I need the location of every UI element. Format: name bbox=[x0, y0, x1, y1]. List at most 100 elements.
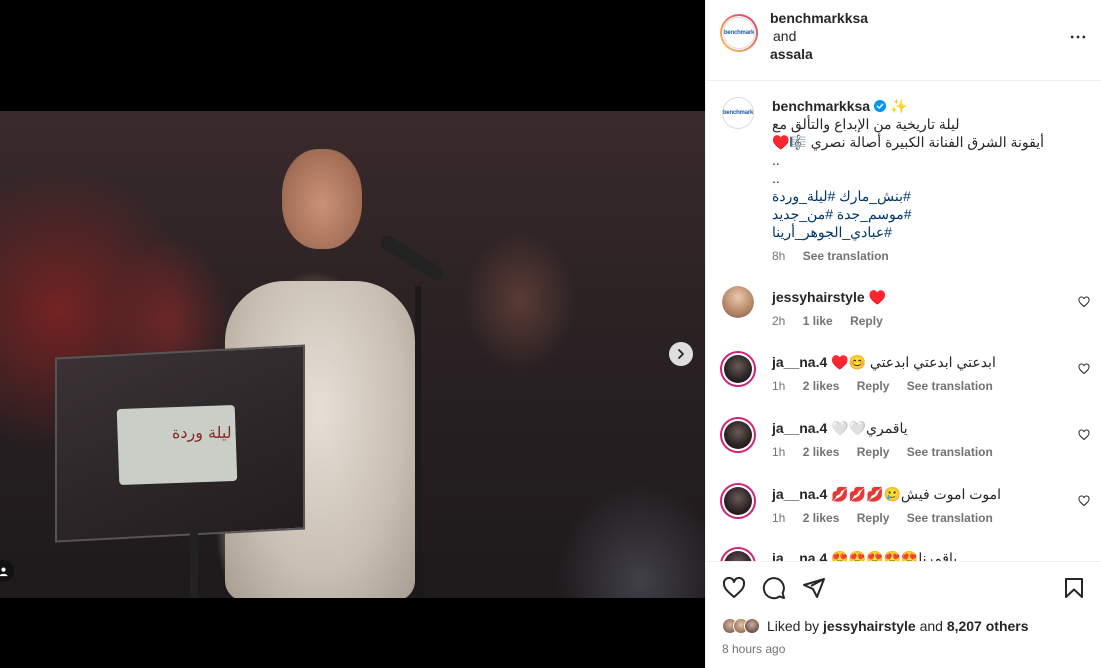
comment: ja__na.4 اموت اموت فيش🥲💋💋💋 1h 2 likes Re… bbox=[706, 483, 1101, 533]
comment-time: 1h bbox=[772, 445, 786, 459]
reply-button[interactable]: Reply bbox=[850, 314, 883, 328]
comment-likes[interactable]: 2 likes bbox=[803, 445, 840, 459]
see-translation-button[interactable]: See translation bbox=[907, 445, 993, 459]
benchmark-logo: benchmark bbox=[723, 30, 755, 36]
benchmark-logo: benchmark bbox=[722, 110, 754, 116]
chevron-right-icon bbox=[678, 349, 684, 359]
post-time: 8 hours ago bbox=[722, 642, 786, 656]
next-media-button[interactable] bbox=[669, 342, 693, 366]
likes-summary: Liked by jessyhairstyle and 8,207 others bbox=[722, 618, 1029, 634]
comment-like-icon[interactable] bbox=[1078, 296, 1090, 308]
comment-username[interactable]: jessyhairstyle bbox=[772, 289, 865, 305]
likes-user[interactable]: jessyhairstyle bbox=[823, 618, 916, 634]
see-translation-button[interactable]: See translation bbox=[907, 379, 993, 393]
comment-text: ياقمري🤍🤍 bbox=[831, 420, 908, 436]
see-translation-button[interactable]: See translation bbox=[907, 511, 993, 525]
post-photo[interactable]: ليلة وردة bbox=[0, 111, 705, 598]
comment-body: ja__na.4 ياقمرنا😍😍😍😍😍 bbox=[772, 549, 1072, 561]
avatar[interactable] bbox=[720, 483, 756, 519]
comment-username[interactable]: ja__na.4 bbox=[772, 354, 827, 370]
comment-body: ja__na.4 اموت اموت فيش🥲💋💋💋 1h 2 likes Re… bbox=[772, 485, 1072, 527]
comment-likes[interactable]: 1 like bbox=[803, 314, 833, 328]
reply-button[interactable]: Reply bbox=[857, 379, 890, 393]
bookmark-icon[interactable] bbox=[1062, 576, 1086, 600]
comment-username[interactable]: ja__na.4 bbox=[772, 486, 827, 502]
post-header: benchmark benchmarkksa and assala bbox=[706, 0, 1101, 81]
header-and-text: and bbox=[773, 28, 797, 44]
comment-body: ja__na.4 ابدعتي ابدعتي ابدعتي 😊♥️ 1h 2 l… bbox=[772, 353, 1072, 395]
comment-body: ja__na.4 ياقمري🤍🤍 1h 2 likes Reply See t… bbox=[772, 419, 1072, 461]
hashtag-line[interactable]: #عبادي_الجوهر_أرينا bbox=[772, 223, 892, 241]
reply-button[interactable]: Reply bbox=[857, 511, 890, 525]
collab-usernames: benchmarkksa and assala bbox=[770, 9, 868, 63]
comment-meta: 2h 1 like Reply bbox=[772, 312, 1072, 330]
comment-likes[interactable]: 2 likes bbox=[803, 511, 840, 525]
comment-meta: 1h 2 likes Reply See translation bbox=[772, 443, 1072, 461]
side-panel: benchmark benchmarkksa and assala benchm… bbox=[705, 0, 1101, 668]
post-modal: ليلة وردة benchmark benchmarkksa and ass… bbox=[0, 0, 1101, 668]
see-translation-button[interactable]: See translation bbox=[803, 249, 889, 263]
comment-time: 1h bbox=[772, 379, 786, 393]
comment-text: ♥️ bbox=[868, 289, 886, 305]
caption-line: ليلة تاريخية من الإبداع والتألق مع bbox=[772, 116, 960, 132]
heart-icon[interactable] bbox=[722, 576, 746, 600]
liker-avatar bbox=[744, 618, 760, 634]
header-username-2[interactable]: assala bbox=[770, 45, 868, 63]
caption-line: .. bbox=[772, 170, 780, 186]
caption-line: أيقونة الشرق الفنانة الكبيرة أصالة نصري … bbox=[772, 134, 1044, 150]
caption-name-row: benchmarkksa ✨ bbox=[772, 97, 1072, 115]
comment-like-icon[interactable] bbox=[1078, 429, 1090, 441]
reply-button[interactable]: Reply bbox=[857, 445, 890, 459]
microphone-stand bbox=[415, 286, 421, 598]
caption: benchmark benchmarkksa ✨ ليلة تاريخية من… bbox=[706, 97, 1101, 277]
verified-badge-icon bbox=[874, 100, 887, 112]
media-panel: ليلة وردة bbox=[0, 0, 705, 668]
likes-text: Liked by jessyhairstyle and 8,207 others bbox=[767, 618, 1029, 634]
caption-text: ليلة تاريخية من الإبداع والتألق مع أيقون… bbox=[772, 115, 1072, 241]
comment-username[interactable]: ja__na.4 bbox=[772, 550, 827, 561]
avatar[interactable] bbox=[720, 547, 756, 561]
caption-line: .. bbox=[772, 152, 780, 168]
avatar[interactable]: benchmark bbox=[723, 17, 755, 49]
comment-body: jessyhairstyle ♥️ 2h 1 like Reply bbox=[772, 288, 1072, 330]
more-options-icon bbox=[1070, 35, 1086, 39]
likes-others[interactable]: 8,207 others bbox=[947, 618, 1029, 634]
comments-list[interactable]: benchmark benchmarkksa ✨ ليلة تاريخية من… bbox=[706, 81, 1101, 561]
comment-meta: 1h 2 likes Reply See translation bbox=[772, 377, 1072, 395]
likes-prefix: Liked by bbox=[767, 618, 820, 634]
more-options-button[interactable] bbox=[1066, 25, 1090, 49]
header-username-1[interactable]: benchmarkksa bbox=[770, 9, 868, 27]
share-icon[interactable] bbox=[802, 576, 826, 600]
comment-text: ابدعتي ابدعتي ابدعتي 😊♥️ bbox=[831, 354, 996, 370]
likes-middle: and bbox=[919, 618, 943, 634]
music-stand-pole bbox=[190, 531, 198, 598]
avatar[interactable] bbox=[722, 286, 754, 318]
sparkles-emoji: ✨ bbox=[890, 98, 908, 114]
caption-body: benchmarkksa ✨ ليلة تاريخية من الإبداع و… bbox=[772, 97, 1072, 265]
avatar[interactable]: benchmark bbox=[722, 97, 754, 129]
user-tag-icon bbox=[0, 567, 8, 576]
hashtag-line[interactable]: #موسم_جدة #من_جديد bbox=[772, 205, 912, 223]
comment-like-icon[interactable] bbox=[1078, 495, 1090, 507]
comment-meta: 1h 2 likes Reply See translation bbox=[772, 509, 1072, 527]
comment: ja__na.4 ابدعتي ابدعتي ابدعتي 😊♥️ 1h 2 l… bbox=[706, 351, 1101, 401]
comment-text: اموت اموت فيش🥲💋💋💋 bbox=[831, 486, 1002, 502]
avatar[interactable] bbox=[720, 417, 756, 453]
comment-icon[interactable] bbox=[762, 576, 786, 600]
caption-meta: 8h See translation bbox=[772, 247, 1072, 265]
comment-time: 1h bbox=[772, 511, 786, 525]
avatar[interactable] bbox=[720, 351, 756, 387]
comment-username[interactable]: ja__na.4 bbox=[772, 420, 827, 436]
comment-like-icon[interactable] bbox=[1078, 363, 1090, 375]
caption-username[interactable]: benchmarkksa bbox=[772, 97, 870, 115]
comment: jessyhairstyle ♥️ 2h 1 like Reply bbox=[706, 286, 1101, 336]
hashtag-line[interactable]: #بنش_مارك #ليلة_وردة bbox=[772, 187, 911, 205]
comment-likes[interactable]: 2 likes bbox=[803, 379, 840, 393]
actions-bar: Liked by jessyhairstyle and 8,207 others… bbox=[706, 561, 1101, 668]
comment-time: 2h bbox=[772, 314, 786, 328]
microphone bbox=[377, 232, 447, 284]
comment: ja__na.4 ياقمري🤍🤍 1h 2 likes Reply See t… bbox=[706, 417, 1101, 467]
caption-time: 8h bbox=[772, 249, 786, 263]
comment-text: ياقمرنا😍😍😍😍😍 bbox=[831, 550, 958, 561]
comment: ja__na.4 ياقمرنا😍😍😍😍😍 bbox=[706, 547, 1101, 561]
